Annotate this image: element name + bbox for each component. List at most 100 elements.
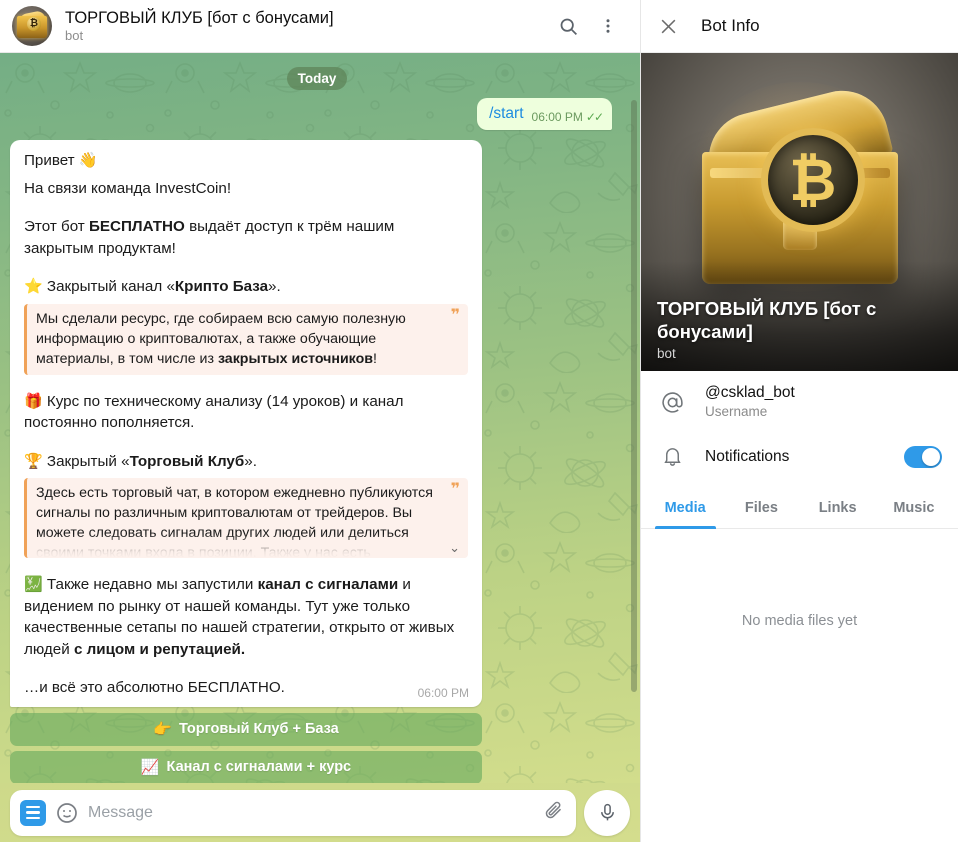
profile-bitcoin-coin: ₿ [760, 128, 865, 233]
quote-block-kripto-baza[interactable]: ❞ Мы сделали ресурс, где собираем всю са… [24, 303, 468, 375]
message-list: Today /start 06:00 PM ✓✓ Привет 👋 На свя… [0, 53, 640, 783]
chat-avatar[interactable]: ₿ [12, 6, 52, 46]
message-composer: Message [0, 783, 640, 842]
username-body: @csklad_bot Username [705, 383, 942, 421]
message-input[interactable]: Message [88, 804, 534, 822]
profile-name: ТОРГОВЫЙ КЛУБ [бот с бонусами] [657, 298, 877, 342]
date-divider: Today [286, 67, 348, 90]
free-access-bold: БЕСПЛАТНО [88, 218, 185, 235]
command-link[interactable]: /start [489, 104, 523, 124]
username-row[interactable]: @csklad_bot Username [641, 371, 958, 433]
final-text: …и всё это абсолютно БЕСПЛАТНО. [24, 679, 285, 696]
team-text: На связи команда InvestCoin! [24, 179, 232, 197]
telegram-window: ₿ ТОРГОВЫЙ КЛУБ [бот с бонусами] bot Tod… [0, 0, 958, 842]
final-paragraph: …и всё это абсолютно БЕСПЛАТНО. [24, 677, 468, 699]
search-icon[interactable] [548, 6, 588, 46]
item3-pre: Закрытый « [42, 452, 130, 470]
close-icon[interactable] [651, 9, 685, 43]
item1-paragraph: ⭐ Закрытый канал «Крипто База». [24, 276, 468, 298]
item2-text: Курс по техническому анализу (14 уроков)… [24, 392, 404, 432]
notifications-label: Notifications [705, 447, 790, 465]
pointing-hand-emoji-icon: 👉 [153, 720, 172, 738]
item4-pre: Также недавно мы запустили [42, 576, 258, 593]
chat-scrollbar[interactable] [630, 57, 638, 779]
smile-icon[interactable] [55, 801, 79, 825]
username-label: Username [705, 404, 768, 419]
trophy-emoji-icon: 🏆 [24, 451, 43, 470]
outgoing-message-row: /start 06:00 PM ✓✓ [10, 98, 624, 130]
team-paragraph: На связи команда InvestCoin! [24, 178, 468, 200]
gift-emoji-icon: 🎁 [24, 391, 43, 410]
chart-up-emoji-icon: 📈 [140, 758, 160, 776]
notifications-body: Notifications [705, 447, 884, 467]
chart-increasing-emoji-icon: 💹 [24, 575, 43, 593]
at-sign-icon [659, 390, 685, 415]
tab-media[interactable]: Media [647, 486, 723, 529]
quote1-bold: закрытых источников [217, 350, 373, 367]
tab-links[interactable]: Links [800, 486, 876, 528]
quote-mark-icon-2: ❞ [450, 479, 460, 498]
chat-title: ТОРГОВЫЙ КЛУБ [бот с бонусами] [65, 9, 334, 27]
bot-info-panel: Bot Info ₿ ТОРГОВЫЙ КЛУБ [бот с бонусами… [640, 0, 958, 842]
info-panel-title: Bot Info [701, 16, 760, 35]
incoming-time: 06:00 PM [417, 685, 469, 700]
chat-background: Today /start 06:00 PM ✓✓ Привет 👋 На свя… [0, 53, 640, 783]
chat-header: ₿ ТОРГОВЫЙ КЛУБ [бот с бонусами] bot [0, 0, 640, 53]
username-value: @csklad_bot [705, 384, 795, 401]
item4-paragraph: 💹 Также недавно мы запустили канал с сиг… [24, 574, 468, 660]
star-emoji-icon: ⭐ [24, 277, 43, 295]
greeting-paragraph: Привет 👋 [24, 150, 468, 172]
item2-paragraph: 🎁 Курс по техническому анализу (14 уроко… [24, 391, 468, 434]
free-access-paragraph: Этот бот БЕСПЛАТНО выдаёт доступ к трём … [24, 216, 468, 259]
avatar-bitcoin-coin: ₿ [27, 16, 41, 31]
info-panel-header: Bot Info [641, 0, 958, 53]
keyboard-button-label-2: Канал с сигналами + курс [166, 759, 352, 775]
quote2-text: Здесь есть торговый чат, в котором ежедн… [36, 485, 433, 558]
tab-music[interactable]: Music [876, 486, 952, 528]
keyboard-button-club-base[interactable]: 👉 Торговый Клуб + База [10, 712, 482, 746]
item3-post: ». [244, 452, 257, 470]
item3-bold: Торговый Клуб [129, 452, 245, 470]
profile-caption: ТОРГОВЫЙ КЛУБ [бот с бонусами] bot [657, 297, 945, 361]
chat-title-group[interactable]: ТОРГОВЫЙ КЛУБ [бот с бонусами] bot [65, 8, 548, 44]
chat-column: ₿ ТОРГОВЫЙ КЛУБ [бот с бонусами] bot Tod… [0, 0, 640, 842]
microphone-icon[interactable] [584, 789, 630, 836]
bot-menu-icon[interactable] [20, 799, 46, 826]
message-input-pill[interactable]: Message [10, 789, 576, 836]
outgoing-meta: 06:00 PM ✓✓ [531, 110, 604, 124]
keyboard-button-signals-course[interactable]: 📈 Канал с сигналами + курс [10, 750, 482, 783]
item1-bold: Крипто База [174, 278, 269, 295]
chat-scrollbar-thumb[interactable] [631, 100, 637, 693]
inline-keyboard: 👉 Торговый Клуб + База 📈 Канал с сигнала… [10, 712, 482, 783]
incoming-message-row: Привет 👋 На связи команда InvestCoin! Эт… [10, 140, 624, 707]
media-tabs: Media Files Links Music [641, 486, 958, 529]
chat-subtitle: bot [65, 28, 84, 43]
quote1-post: ! [373, 350, 377, 367]
double-check-icon: ✓✓ [585, 110, 604, 124]
bot-profile-photo[interactable]: ₿ ТОРГОВЫЙ КЛУБ [бот с бонусами] bot [641, 53, 958, 371]
item4-bold-2: с лицом и репутацией. [73, 640, 246, 658]
item3-paragraph: 🏆 Закрытый «Торговый Клуб». [24, 451, 468, 473]
notifications-toggle[interactable] [904, 445, 942, 468]
notifications-row[interactable]: Notifications [641, 433, 958, 480]
tab-files[interactable]: Files [723, 486, 799, 528]
free-access-pre: Этот бот [24, 218, 89, 235]
item1-pre: Закрытый канал « [42, 278, 175, 295]
item1-post: ». [268, 278, 281, 295]
more-vertical-icon[interactable] [588, 6, 628, 46]
quote-mark-icon: ❞ [450, 304, 460, 324]
paperclip-icon[interactable] [543, 800, 564, 826]
chevron-down-icon[interactable]: ⌄ [449, 541, 460, 554]
keyboard-button-label-1: Торговый Клуб + База [178, 721, 339, 737]
outgoing-bubble[interactable]: /start 06:00 PM ✓✓ [477, 98, 612, 130]
greeting-text: Привет 👋 [24, 152, 98, 169]
toggle-knob [922, 447, 940, 466]
date-divider-row: Today [10, 67, 624, 90]
profile-subtitle: bot [657, 346, 676, 361]
incoming-bubble[interactable]: Привет 👋 На связи команда InvestCoin! Эт… [10, 140, 482, 707]
outgoing-time: 06:00 PM [531, 110, 583, 124]
bell-icon [659, 445, 685, 468]
item4-bold-1: канал с сигналами [257, 576, 399, 593]
quote-block-torgovy-klub[interactable]: ❞ Здесь есть торговый чат, в котором еже… [24, 478, 468, 558]
media-empty-state: No media files yet [741, 613, 858, 629]
